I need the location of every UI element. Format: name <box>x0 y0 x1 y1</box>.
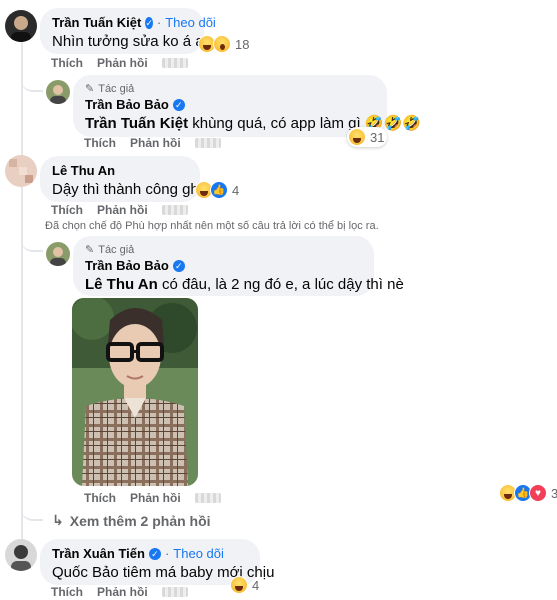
filter-notice: Đã chọn chế độ Phù hợp nhất nên một số c… <box>45 220 379 232</box>
reply-button[interactable]: Phản hồi <box>97 56 148 70</box>
reply-bubble: ✎ Tác giả Trần Bảo Bảo ✓ Trần Tuấn Kiệt … <box>73 75 421 137</box>
comment-text: khùng quá, có app làm gì 🤣🤣🤣 <box>188 115 421 132</box>
reply-button[interactable]: Phản hồi <box>97 585 148 599</box>
follow-button[interactable]: Theo dõi <box>157 15 216 30</box>
haha-reaction-icon <box>230 576 248 594</box>
thread-curve <box>21 226 43 252</box>
like-button[interactable]: Thích <box>84 491 116 505</box>
follow-button[interactable]: Theo dõi <box>165 546 224 561</box>
commenter-name[interactable]: Trần Tuấn Kiệt <box>52 15 141 30</box>
like-button[interactable]: Thích <box>51 585 83 599</box>
timestamp <box>194 138 221 148</box>
comment-bubble: Trần Tuấn Kiệt ✓ Theo dõi Nhìn tưởng sửa… <box>40 8 216 54</box>
reply-bubble: ✎ Tác giả Trần Bảo Bảo ✓ Lê Thu An có đâ… <box>73 236 404 296</box>
wow-reaction-icon <box>213 35 231 53</box>
comment-text: Nhìn tưởng sửa ko á a <box>52 33 204 50</box>
more-replies-label: Xem thêm 2 phản hồi <box>69 512 211 529</box>
avatar[interactable] <box>5 539 37 571</box>
like-reaction-icon: 👍 <box>210 181 228 199</box>
reply-button[interactable]: Phản hồi <box>130 136 181 150</box>
love-reaction-icon: ♥ <box>529 484 547 502</box>
view-more-replies-button[interactable]: ↳ Xem thêm 2 phản hồi <box>52 512 211 529</box>
like-button[interactable]: Thích <box>84 136 116 150</box>
thread-curve <box>21 70 43 92</box>
timestamp <box>161 58 188 68</box>
commenter-name[interactable]: Trần Bảo Bảo <box>85 97 169 112</box>
reaction-summary[interactable]: 4 <box>229 575 262 595</box>
reaction-summary[interactable]: 31 <box>347 127 388 147</box>
verified-badge-icon: ✓ <box>172 259 185 272</box>
commenter-name[interactable]: Lê Thu An <box>52 163 115 178</box>
verified-badge-icon: ✓ <box>172 98 185 111</box>
pencil-icon: ✎ <box>85 83 95 95</box>
reaction-count: 31 <box>370 129 385 145</box>
comment-bubble: Lê Thu An Dậy thì thành công ghê <box>40 156 208 202</box>
verified-badge-icon: ✓ <box>148 547 161 560</box>
thread-line <box>21 42 23 562</box>
reaction-summary[interactable]: 👍 ♥ 35 <box>498 483 557 503</box>
reply-button[interactable]: Phản hồi <box>130 491 181 505</box>
comment-text: có đâu, là 2 ng đó e, a lúc dậy thì nè <box>157 276 404 293</box>
reaction-count: 4 <box>252 577 260 593</box>
like-button[interactable]: Thích <box>51 203 83 217</box>
avatar[interactable] <box>46 242 70 266</box>
mention-link[interactable]: Trần Tuấn Kiệt <box>85 115 188 132</box>
haha-reaction-icon <box>348 128 366 146</box>
commenter-name[interactable]: Trần Xuân Tiến <box>52 546 145 561</box>
timestamp <box>194 493 221 503</box>
reaction-count: 4 <box>232 182 240 198</box>
author-tag: Tác giả <box>98 243 135 256</box>
pencil-icon: ✎ <box>85 244 95 256</box>
author-tag: Tác giả <box>98 82 135 95</box>
timestamp <box>161 587 188 597</box>
thread-curve <box>21 505 43 521</box>
avatar[interactable] <box>46 80 70 104</box>
reply-arrow-icon: ↳ <box>52 512 64 528</box>
comment-text: Dậy thì thành công ghê <box>52 181 208 198</box>
reply-button[interactable]: Phản hồi <box>97 203 148 217</box>
avatar[interactable] <box>5 155 37 187</box>
comment-bubble: Trần Xuân Tiến ✓ Theo dõi Quốc Bảo tiêm … <box>40 539 275 585</box>
comment-text: Quốc Bảo tiêm má baby mới chịu <box>52 564 275 581</box>
avatar[interactable] <box>5 10 37 42</box>
verified-badge-icon: ✓ <box>145 16 153 29</box>
reaction-summary[interactable]: 18 <box>197 34 252 54</box>
reaction-summary[interactable]: 👍 4 <box>194 180 242 200</box>
commenter-name[interactable]: Trần Bảo Bảo <box>85 258 169 273</box>
like-button[interactable]: Thích <box>51 56 83 70</box>
reaction-count: 18 <box>235 36 250 52</box>
reaction-count: 35 <box>551 485 557 501</box>
timestamp <box>161 205 188 215</box>
mention-link[interactable]: Lê Thu An <box>85 276 158 293</box>
reply-photo[interactable] <box>72 298 198 486</box>
